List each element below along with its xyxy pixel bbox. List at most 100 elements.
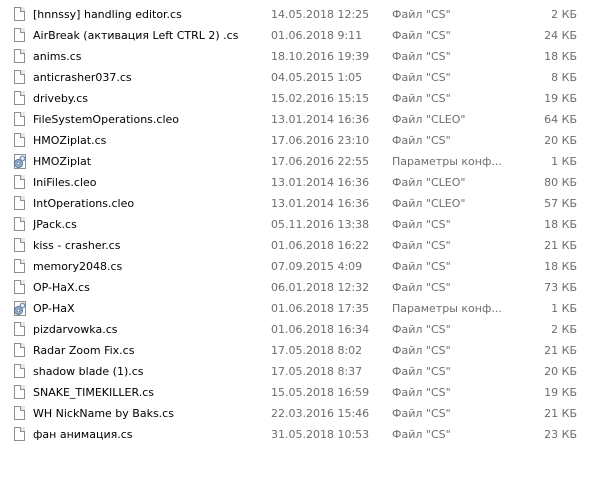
file-type: Файл "CS" bbox=[392, 407, 451, 420]
file-name: AirBreak (активация Left CTRL 2) .cs bbox=[33, 29, 239, 42]
document-icon bbox=[14, 49, 25, 63]
file-size: 24 КБ bbox=[544, 29, 577, 42]
file-date-modified: 17.05.2018 8:37 bbox=[271, 365, 363, 378]
file-row[interactable]: anims.cs 18.10.2016 19:39 Файл "CS" 18 К… bbox=[0, 46, 609, 67]
file-row[interactable]: SNAKE_TIMEKILLER.cs 15.05.2018 16:59 Фай… bbox=[0, 382, 609, 403]
file-date-modified: 14.05.2018 12:25 bbox=[271, 8, 370, 21]
document-icon bbox=[14, 112, 25, 126]
file-date-modified: 22.03.2016 15:46 bbox=[271, 407, 370, 420]
file-name: anticrasher037.cs bbox=[33, 71, 132, 84]
file-row[interactable]: FileSystemOperations.cleo 13.01.2014 16:… bbox=[0, 109, 609, 130]
file-row[interactable]: AirBreak (активация Left CTRL 2) .cs 01.… bbox=[0, 25, 609, 46]
file-date-modified: 18.10.2016 19:39 bbox=[271, 50, 370, 63]
file-type: Файл "CS" bbox=[392, 218, 451, 231]
file-size: 8 КБ bbox=[551, 71, 577, 84]
file-size: 19 КБ bbox=[544, 92, 577, 105]
file-date-modified: 01.06.2018 16:34 bbox=[271, 323, 370, 336]
file-date-modified: 01.06.2018 9:11 bbox=[271, 29, 363, 42]
file-row[interactable]: anticrasher037.cs 04.05.2015 1:05 Файл "… bbox=[0, 67, 609, 88]
document-icon bbox=[14, 91, 25, 105]
file-name: IntOperations.cleo bbox=[33, 197, 135, 210]
file-type: Файл "CLEO" bbox=[392, 113, 466, 126]
file-name: HMOZiplat.cs bbox=[33, 134, 107, 147]
file-date-modified: 15.05.2018 16:59 bbox=[271, 386, 370, 399]
file-row[interactable]: HMOZiplat 17.06.2016 22:55 Параметры кон… bbox=[0, 151, 609, 172]
document-icon bbox=[14, 196, 25, 210]
file-row[interactable]: фан анимация.cs 31.05.2018 10:53 Файл "C… bbox=[0, 424, 609, 445]
file-row[interactable]: shadow blade (1).cs 17.05.2018 8:37 Файл… bbox=[0, 361, 609, 382]
file-type: Файл "CS" bbox=[392, 428, 451, 441]
file-size: 73 КБ bbox=[544, 281, 577, 294]
file-type: Файл "CLEO" bbox=[392, 197, 466, 210]
file-type: Файл "CS" bbox=[392, 29, 451, 42]
document-icon bbox=[14, 322, 25, 336]
file-size: 2 КБ bbox=[551, 8, 577, 21]
file-size: 21 КБ bbox=[544, 407, 577, 420]
file-size: 18 КБ bbox=[544, 260, 577, 273]
file-name: SNAKE_TIMEKILLER.cs bbox=[33, 386, 154, 399]
file-row[interactable]: OP-HaX 01.06.2018 17:35 Параметры конф..… bbox=[0, 298, 609, 319]
file-date-modified: 06.01.2018 12:32 bbox=[271, 281, 370, 294]
file-type: Параметры конф... bbox=[392, 302, 502, 315]
document-icon bbox=[14, 406, 25, 420]
file-size: 20 КБ bbox=[544, 134, 577, 147]
file-row[interactable]: memory2048.cs 07.09.2015 4:09 Файл "CS" … bbox=[0, 256, 609, 277]
document-icon bbox=[14, 217, 25, 231]
document-icon bbox=[14, 28, 25, 42]
file-name: anims.cs bbox=[33, 50, 82, 63]
file-date-modified: 01.06.2018 16:22 bbox=[271, 239, 370, 252]
file-type: Файл "CS" bbox=[392, 344, 451, 357]
file-row[interactable]: WH NickName by Baks.cs 22.03.2016 15:46 … bbox=[0, 403, 609, 424]
file-name: [hnnssy] handling editor.cs bbox=[33, 8, 182, 21]
file-size: 1 КБ bbox=[551, 302, 577, 315]
file-row[interactable]: JPack.cs 05.11.2016 13:38 Файл "CS" 18 К… bbox=[0, 214, 609, 235]
file-size: 19 КБ bbox=[544, 386, 577, 399]
file-size: 21 КБ bbox=[544, 344, 577, 357]
file-row[interactable]: HMOZiplat.cs 17.06.2016 23:10 Файл "CS" … bbox=[0, 130, 609, 151]
file-size: 21 КБ bbox=[544, 239, 577, 252]
file-size: 80 КБ bbox=[544, 176, 577, 189]
file-name: shadow blade (1).cs bbox=[33, 365, 144, 378]
file-row[interactable]: IniFiles.cleo 13.01.2014 16:36 Файл "CLE… bbox=[0, 172, 609, 193]
file-date-modified: 05.11.2016 13:38 bbox=[271, 218, 370, 231]
file-date-modified: 17.06.2016 23:10 bbox=[271, 134, 370, 147]
file-size: 2 КБ bbox=[551, 323, 577, 336]
file-type: Файл "CS" bbox=[392, 71, 451, 84]
document-icon bbox=[14, 7, 25, 21]
file-row[interactable]: kiss - crasher.cs 01.06.2018 16:22 Файл … bbox=[0, 235, 609, 256]
file-date-modified: 13.01.2014 16:36 bbox=[271, 176, 370, 189]
file-row[interactable]: Radar Zoom Fix.cs 17.05.2018 8:02 Файл "… bbox=[0, 340, 609, 361]
file-size: 18 КБ bbox=[544, 218, 577, 231]
file-type: Файл "CS" bbox=[392, 50, 451, 63]
file-type: Файл "CS" bbox=[392, 386, 451, 399]
file-row[interactable]: OP-HaX.cs 06.01.2018 12:32 Файл "CS" 73 … bbox=[0, 277, 609, 298]
document-icon bbox=[14, 385, 25, 399]
file-name: memory2048.cs bbox=[33, 260, 123, 273]
file-name: OP-HaX.cs bbox=[33, 281, 90, 294]
file-name: фан анимация.cs bbox=[33, 428, 133, 441]
settings-file-icon bbox=[14, 301, 26, 316]
file-date-modified: 04.05.2015 1:05 bbox=[271, 71, 363, 84]
file-size: 1 КБ bbox=[551, 155, 577, 168]
file-size: 20 КБ bbox=[544, 365, 577, 378]
document-icon bbox=[14, 70, 25, 84]
file-row[interactable]: [hnnssy] handling editor.cs 14.05.2018 1… bbox=[0, 4, 609, 25]
file-name: kiss - crasher.cs bbox=[33, 239, 121, 252]
file-date-modified: 15.02.2016 15:15 bbox=[271, 92, 370, 105]
file-date-modified: 17.05.2018 8:02 bbox=[271, 344, 363, 357]
file-name: WH NickName by Baks.cs bbox=[33, 407, 174, 420]
document-icon bbox=[14, 175, 25, 189]
file-name: Radar Zoom Fix.cs bbox=[33, 344, 135, 357]
file-name: FileSystemOperations.cleo bbox=[33, 113, 179, 126]
file-name: JPack.cs bbox=[33, 218, 77, 231]
file-row[interactable]: driveby.cs 15.02.2016 15:15 Файл "CS" 19… bbox=[0, 88, 609, 109]
file-type: Файл "CLEO" bbox=[392, 176, 466, 189]
file-row[interactable]: IntOperations.cleo 13.01.2014 16:36 Файл… bbox=[0, 193, 609, 214]
file-row[interactable]: pizdarvowka.cs 01.06.2018 16:34 Файл "CS… bbox=[0, 319, 609, 340]
file-name: IniFiles.cleo bbox=[33, 176, 97, 189]
file-date-modified: 07.09.2015 4:09 bbox=[271, 260, 363, 273]
file-date-modified: 13.01.2014 16:36 bbox=[271, 197, 370, 210]
file-type: Файл "CS" bbox=[392, 134, 451, 147]
file-name: driveby.cs bbox=[33, 92, 89, 105]
document-icon bbox=[14, 133, 25, 147]
